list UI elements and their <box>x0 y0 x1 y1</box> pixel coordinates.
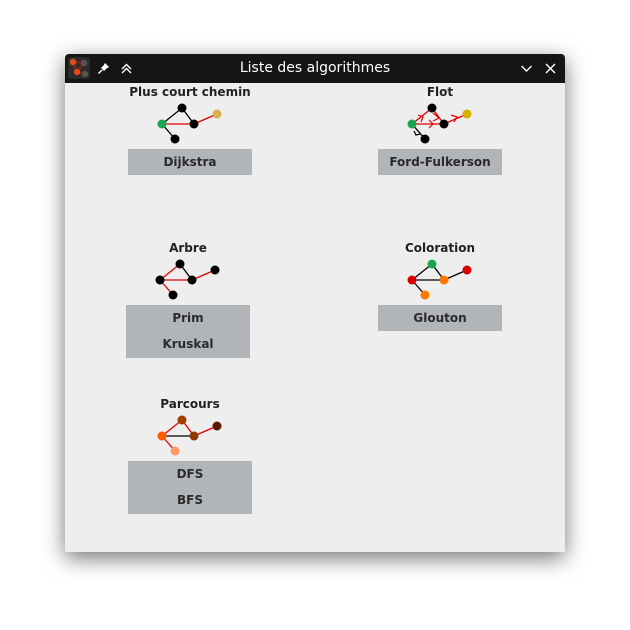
prim-button[interactable]: Prim <box>126 305 250 331</box>
coloring-buttons: Glouton <box>378 305 502 331</box>
traversal-graph-icon <box>157 415 222 456</box>
traversal-title: Parcours <box>160 397 220 411</box>
close-icon[interactable] <box>542 60 559 77</box>
coloring-graph-icon <box>407 259 472 300</box>
shortest-path-buttons: Dijkstra <box>128 149 252 175</box>
shortest-path-graph-icon <box>157 103 222 144</box>
tree-buttons: Prim Kruskal <box>126 305 250 358</box>
ford-fulkerson-button[interactable]: Ford-Fulkerson <box>378 149 502 175</box>
algorithms-window: Liste des algorithmes Plus court chemin … <box>65 54 565 552</box>
bfs-button[interactable]: BFS <box>128 487 252 513</box>
flow-title: Flot <box>426 85 454 99</box>
chevron-down-icon[interactable] <box>518 60 535 77</box>
shortest-path-title: Plus court chemin <box>129 85 251 99</box>
glouton-button[interactable]: Glouton <box>378 305 502 331</box>
kruskal-button[interactable]: Kruskal <box>126 331 250 357</box>
traversal-buttons: DFS BFS <box>128 461 252 514</box>
title-bar[interactable]: Liste des algorithmes <box>65 54 565 83</box>
tree-graph-icon <box>155 259 220 300</box>
flow-buttons: Ford-Fulkerson <box>378 149 502 175</box>
dijkstra-button[interactable]: Dijkstra <box>128 149 252 175</box>
dfs-button[interactable]: DFS <box>128 461 252 487</box>
coloring-title: Coloration <box>404 241 476 255</box>
flow-graph-icon <box>407 103 472 144</box>
window-title: Liste des algorithmes <box>239 60 391 76</box>
tree-title: Arbre <box>169 241 207 255</box>
